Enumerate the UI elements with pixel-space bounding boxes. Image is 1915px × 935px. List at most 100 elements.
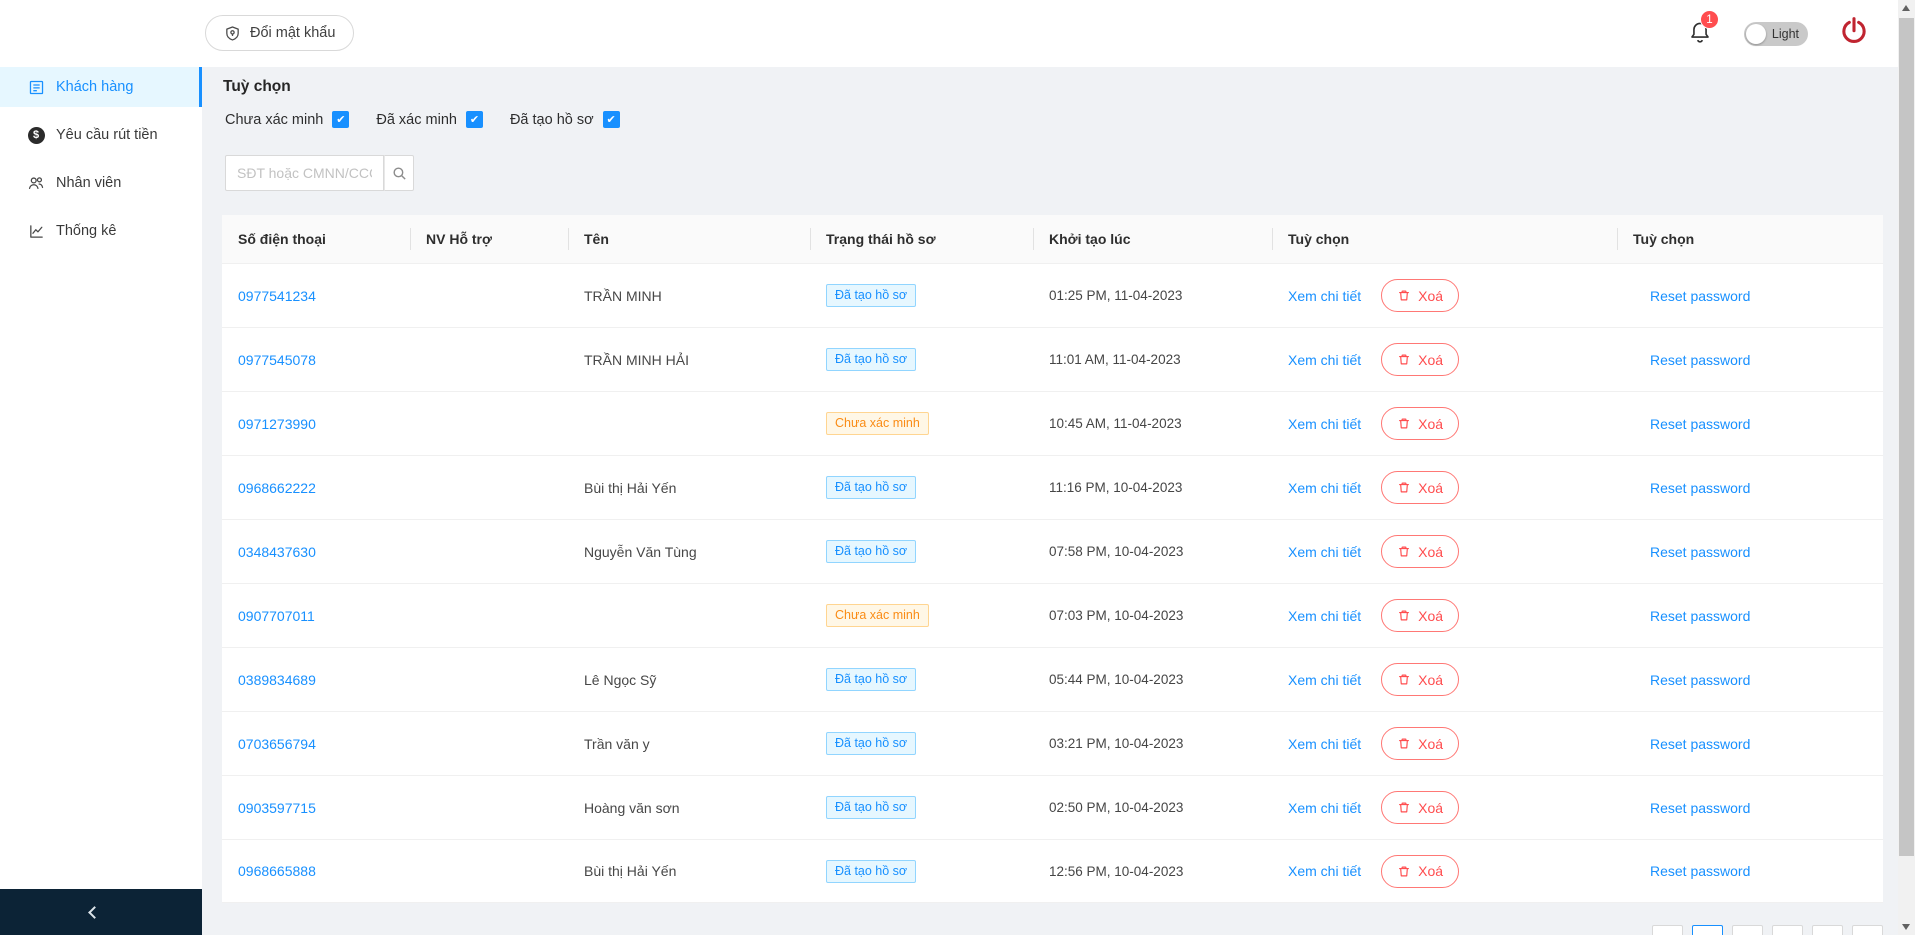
view-details-link[interactable]: Xem chi tiết xyxy=(1288,736,1361,752)
created-at: 01:25 PM, 11-04-2023 xyxy=(1049,288,1183,303)
reset-password-link[interactable]: Reset password xyxy=(1650,800,1750,816)
sidebar-item-label: Khách hàng xyxy=(56,79,134,95)
sidebar-collapse-button[interactable] xyxy=(0,889,202,935)
change-password-button[interactable]: Đổi mật khẩu xyxy=(205,15,355,51)
search-button[interactable] xyxy=(384,155,414,191)
reset-password-link[interactable]: Reset password xyxy=(1650,544,1750,560)
delete-button[interactable]: Xoá xyxy=(1381,407,1460,440)
phone-link[interactable]: 0389834689 xyxy=(238,672,316,688)
phone-link[interactable]: 0968662222 xyxy=(238,480,316,496)
view-details-link[interactable]: Xem chi tiết xyxy=(1288,352,1361,368)
table-row: 0903597715 Hoàng văn sơn Đã tạo hồ sơ 02:50… xyxy=(222,775,1883,839)
page-button-4[interactable] xyxy=(1812,925,1843,935)
view-details-link[interactable]: Xem chi tiết xyxy=(1288,863,1361,879)
customer-name: Hoàng văn sơn xyxy=(584,799,680,816)
status-cell: Đã tạo hồ sơ xyxy=(810,668,1033,691)
actions-cell: Xem chi tiết Xoá xyxy=(1272,854,1617,888)
created-at: 11:16 PM, 10-04-2023 xyxy=(1049,480,1183,495)
column-header-2: Tên xyxy=(568,215,810,263)
delete-button[interactable]: Xoá xyxy=(1381,599,1460,632)
delete-button[interactable]: Xoá xyxy=(1381,854,1460,888)
checkbox-checked-icon[interactable]: ✔ xyxy=(602,111,620,128)
phone-link[interactable]: 0703656794 xyxy=(238,736,316,752)
created-at-cell: 12:56 PM, 10-04-2023 xyxy=(1033,864,1272,879)
reset-cell: Reset password xyxy=(1617,863,1883,879)
column-header-1: NV Hỗ trợ xyxy=(410,215,568,263)
delete-button[interactable]: Xoá xyxy=(1381,791,1460,824)
view-details-link[interactable]: Xem chi tiết xyxy=(1288,800,1361,816)
vertical-scrollbar[interactable] xyxy=(1898,0,1915,935)
reset-password-link[interactable]: Reset password xyxy=(1650,863,1750,879)
phone-link[interactable]: 0977541234 xyxy=(238,288,316,304)
app-root: Đổi mật khẩu 1 Light Khách hàng $ Yêu cầ… xyxy=(0,0,1915,935)
customer-name: Bùi thị Hải Yến xyxy=(584,863,677,879)
theme-toggle[interactable]: Light xyxy=(1744,21,1808,46)
phone-cell: 0968665888 xyxy=(222,863,410,879)
reset-password-link[interactable]: Reset password xyxy=(1650,608,1750,624)
phone-link[interactable]: 0907707011 xyxy=(238,608,315,624)
actions-cell: Xem chi tiết Xoá xyxy=(1272,727,1617,760)
delete-button[interactable]: Xoá xyxy=(1381,279,1460,312)
delete-button[interactable]: Xoá xyxy=(1381,535,1460,568)
page-button-2[interactable] xyxy=(1732,925,1763,935)
status-badge: Đã tạo hồ sơ xyxy=(826,348,917,371)
delete-button[interactable]: Xoá xyxy=(1381,727,1460,760)
topbar-right-cluster: 1 Light xyxy=(1687,0,1870,67)
checkbox-checked-icon[interactable]: ✔ xyxy=(332,111,350,128)
created-at: 07:58 PM, 10-04-2023 xyxy=(1049,544,1184,559)
reset-password-link[interactable]: Reset password xyxy=(1650,480,1750,496)
phone-link[interactable]: 0348437630 xyxy=(238,544,316,560)
page-button-3[interactable] xyxy=(1772,925,1803,935)
reset-password-link[interactable]: Reset password xyxy=(1650,352,1750,368)
status-cell: Đã tạo hồ sơ xyxy=(810,348,1033,371)
phone-link[interactable]: 0968665888 xyxy=(238,863,316,879)
search-input[interactable] xyxy=(225,155,384,191)
delete-button[interactable]: Xoá xyxy=(1381,343,1460,376)
page-button-1[interactable] xyxy=(1692,925,1723,935)
reset-password-link[interactable]: Reset password xyxy=(1650,672,1750,688)
reset-password-link[interactable]: Reset password xyxy=(1650,736,1750,752)
actions-cell: Xem chi tiết Xoá xyxy=(1272,663,1617,696)
scroll-up-icon[interactable] xyxy=(1902,5,1910,11)
status-badge: Đã tạo hồ sơ xyxy=(826,540,917,563)
view-details-link[interactable]: Xem chi tiết xyxy=(1288,480,1361,496)
page-button-5[interactable] xyxy=(1852,925,1883,935)
checkbox-checked-icon[interactable]: ✔ xyxy=(465,111,483,128)
phone-cell: 0389834689 xyxy=(222,672,410,688)
created-at-cell: 10:45 AM, 11-04-2023 xyxy=(1033,416,1272,431)
status-badge: Đã tạo hồ sơ xyxy=(826,732,917,755)
created-at: 02:50 PM, 10-04-2023 xyxy=(1049,800,1184,815)
customer-name: Lê Ngọc Sỹ xyxy=(584,671,657,688)
scroll-down-icon[interactable] xyxy=(1902,924,1910,930)
view-details-link[interactable]: Xem chi tiết xyxy=(1288,672,1361,688)
view-details-link[interactable]: Xem chi tiết xyxy=(1288,608,1361,624)
sidebar-item-3[interactable]: Thống kê xyxy=(0,211,202,251)
delete-button[interactable]: Xoá xyxy=(1381,471,1460,504)
scrollbar-thumb[interactable] xyxy=(1899,18,1914,856)
phone-link[interactable]: 0971273990 xyxy=(238,416,316,432)
status-cell: Chưa xác minh xyxy=(810,604,1033,627)
customer-name: TRẦN MINH HẢI xyxy=(584,351,689,368)
phone-link[interactable]: 0903597715 xyxy=(238,800,316,816)
name-cell: Bùi thị Hải Yến xyxy=(568,480,810,496)
phone-link[interactable]: 0977545078 xyxy=(238,352,316,368)
column-header-3: Trạng thái hồ sơ xyxy=(810,215,1033,263)
delete-button[interactable]: Xoá xyxy=(1381,663,1460,696)
reset-password-link[interactable]: Reset password xyxy=(1650,416,1750,432)
delete-label: Xoá xyxy=(1418,479,1444,496)
topbar: Đổi mật khẩu 1 Light xyxy=(0,0,1898,67)
created-at-cell: 11:16 PM, 10-04-2023 xyxy=(1033,480,1272,495)
table-row: 0907707011 Chưa xác minh 07:03 PM, 10-04-2… xyxy=(222,583,1883,647)
view-details-link[interactable]: Xem chi tiết xyxy=(1288,416,1361,432)
view-details-link[interactable]: Xem chi tiết xyxy=(1288,544,1361,560)
sidebar-item-2[interactable]: Nhân viên xyxy=(0,163,202,203)
logout-button[interactable] xyxy=(1838,15,1870,52)
notifications-button[interactable]: 1 xyxy=(1687,10,1719,48)
page-button-0[interactable] xyxy=(1652,925,1683,935)
filter-checkbox-label: Đã xác minh xyxy=(376,111,457,128)
phone-cell: 0703656794 xyxy=(222,736,410,752)
reset-password-link[interactable]: Reset password xyxy=(1650,288,1750,304)
sidebar-item-1[interactable]: $ Yêu cầu rút tiền xyxy=(0,115,202,155)
sidebar-item-0[interactable]: Khách hàng xyxy=(0,67,202,107)
view-details-link[interactable]: Xem chi tiết xyxy=(1288,288,1361,304)
